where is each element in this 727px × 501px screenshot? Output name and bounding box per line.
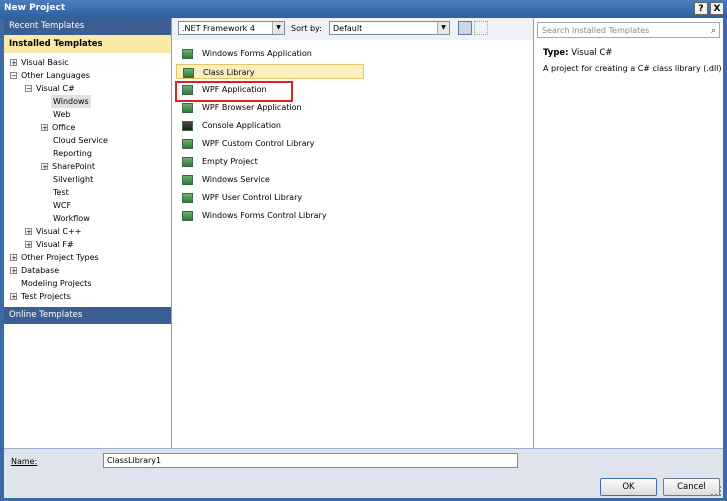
tree-item-silverlight[interactable]: Silverlight	[53, 173, 93, 186]
template-icon	[182, 138, 193, 149]
expand-icon[interactable]: +	[10, 254, 17, 262]
framework-value: .NET Framework 4	[182, 24, 255, 33]
template-icon	[182, 102, 193, 113]
ok-button[interactable]: OK	[600, 478, 657, 496]
expand-icon[interactable]: +	[41, 124, 48, 132]
expand-icon[interactable]: +	[25, 228, 32, 236]
name-label: Name:	[11, 457, 38, 466]
type-label: Type:	[543, 48, 569, 58]
template-item[interactable]: WPF Custom Control Library	[176, 136, 364, 151]
dialog-title: New Project	[4, 3, 66, 13]
tree-item-workflow[interactable]: Workflow	[53, 212, 90, 225]
tree-item-other-project-types[interactable]: + Other Project Types	[10, 251, 99, 264]
expand-icon[interactable]: +	[25, 241, 32, 249]
expand-icon[interactable]: +	[41, 163, 48, 171]
type-value: Visual C#	[571, 48, 613, 58]
dialog-client: Recent Templates Installed Templates + Vi…	[4, 18, 723, 498]
recent-templates-header[interactable]: Recent Templates	[4, 18, 171, 35]
template-item[interactable]: Windows Service	[176, 172, 364, 187]
chevron-down-icon[interactable]: ▼	[272, 22, 284, 34]
sort-value: Default	[333, 24, 363, 33]
help-button[interactable]: ?	[694, 2, 708, 15]
tree-item-visual-cpp[interactable]: + Visual C++	[25, 225, 81, 238]
class-library-icon	[183, 67, 194, 78]
tree-item-modeling-projects[interactable]: Modeling Projects	[21, 277, 91, 290]
tree-item-visual-csharp[interactable]: − Visual C#	[25, 82, 75, 95]
expand-icon[interactable]: +	[10, 59, 17, 67]
dialog-footer: Name: ClassLibrary1 OK Cancel	[4, 448, 723, 498]
template-item[interactable]: Windows Forms Control Library	[176, 208, 364, 223]
template-categories-pane: Recent Templates Installed Templates + Vi…	[4, 18, 172, 448]
red-highlight-box	[175, 81, 293, 102]
tree-item-reporting[interactable]: Reporting	[53, 147, 92, 160]
template-item[interactable]: Console Application	[176, 118, 364, 133]
template-item[interactable]: WPF User Control Library	[176, 190, 364, 205]
search-input[interactable]: Search Installed Templates ⌕	[537, 22, 720, 38]
tree-item-wcf[interactable]: WCF	[53, 199, 71, 212]
tree-item-windows[interactable]: Windows	[51, 95, 91, 108]
tree-item-cloud-service[interactable]: Cloud Service	[53, 134, 108, 147]
template-description: A project for creating a C# class librar…	[543, 64, 722, 73]
tree-item-visual-basic[interactable]: + Visual Basic	[10, 56, 69, 69]
sort-select[interactable]: Default ▼	[329, 21, 450, 35]
console-icon	[182, 120, 193, 131]
medium-icons-view-icon[interactable]	[458, 21, 472, 35]
tree-item-test-projects[interactable]: + Test Projects	[10, 290, 71, 303]
templates-toolbar: .NET Framework 4 ▼ Sort by: Default ▼	[172, 18, 533, 40]
template-icon	[182, 210, 193, 221]
collapse-icon[interactable]: −	[10, 72, 17, 80]
template-item[interactable]: Windows Forms Application	[176, 46, 364, 61]
tree-item-web[interactable]: Web	[53, 108, 70, 121]
template-icon	[182, 156, 193, 167]
template-item[interactable]: Empty Project	[176, 154, 364, 169]
framework-select[interactable]: .NET Framework 4 ▼	[178, 21, 285, 35]
installed-templates-header[interactable]: Installed Templates	[4, 35, 171, 53]
title-bar[interactable]: New Project ? X	[0, 0, 727, 18]
search-icon[interactable]: ⌕	[711, 24, 716, 39]
expand-icon[interactable]: +	[10, 267, 17, 275]
new-project-dialog: New Project ? X Recent Templates Install…	[0, 0, 727, 501]
template-item-selected[interactable]: Class Library	[176, 64, 364, 79]
templates-pane: .NET Framework 4 ▼ Sort by: Default ▼ Wi…	[172, 18, 534, 448]
resize-grip-icon[interactable]	[711, 486, 721, 496]
template-details-pane: Search Installed Templates ⌕ Type: Visua…	[534, 18, 723, 448]
close-button[interactable]: X	[710, 2, 724, 15]
template-type: Type: Visual C#	[543, 48, 612, 58]
tree-item-test[interactable]: Test	[53, 186, 69, 199]
small-icons-view-icon[interactable]	[474, 21, 488, 35]
template-icon	[182, 174, 193, 185]
tree-item-sharepoint[interactable]: + SharePoint	[41, 160, 95, 173]
search-placeholder: Search Installed Templates	[542, 26, 650, 35]
collapse-icon[interactable]: −	[25, 85, 32, 93]
template-item[interactable]: WPF Browser Application	[176, 100, 364, 115]
sort-by-label: Sort by:	[291, 24, 322, 33]
template-icon	[182, 48, 193, 59]
online-templates-header[interactable]: Online Templates	[4, 307, 171, 324]
tree-item-database[interactable]: + Database	[10, 264, 59, 277]
tree-item-office[interactable]: + Office	[41, 121, 75, 134]
chevron-down-icon[interactable]: ▼	[437, 22, 449, 34]
template-icon	[182, 192, 193, 203]
tree-item-other-languages[interactable]: − Other Languages	[10, 69, 90, 82]
project-name-input[interactable]: ClassLibrary1	[103, 453, 518, 468]
expand-icon[interactable]: +	[10, 293, 17, 301]
tree-item-visual-fsharp[interactable]: + Visual F#	[25, 238, 74, 251]
